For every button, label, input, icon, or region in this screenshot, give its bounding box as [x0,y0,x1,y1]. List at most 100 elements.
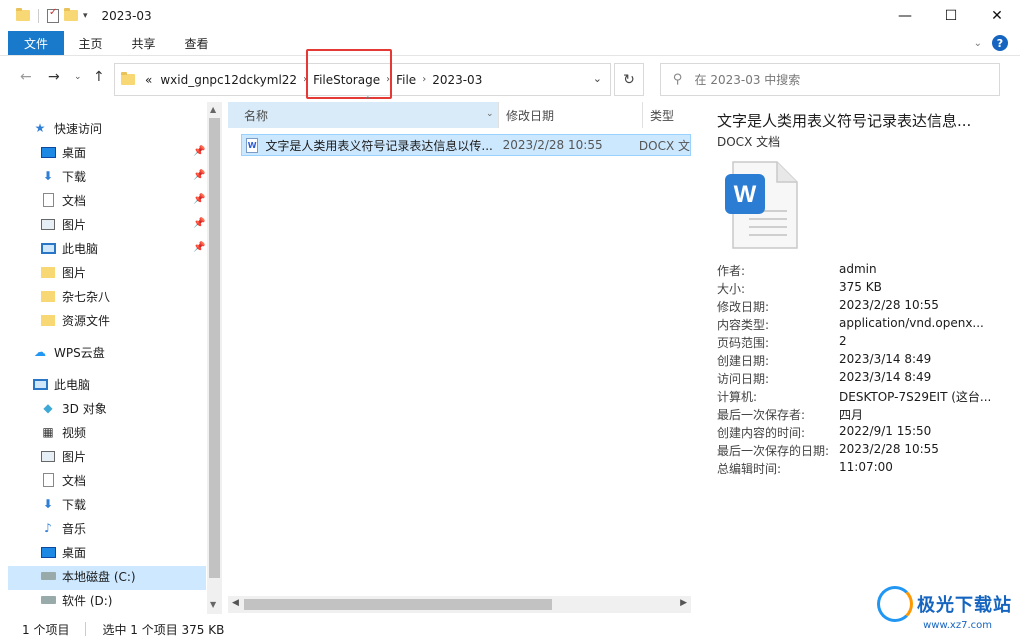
file-name: 文字是人类用表义符号记录表达信息以传... [265,138,493,153]
breadcrumb-2023-03[interactable]: 2023-03 [432,73,482,87]
scrollbar-thumb[interactable] [244,599,552,610]
sidebar-scrollbar[interactable]: ▲ ▼ [207,102,222,614]
pin-icon: 📌 [193,194,206,205]
download-icon: ⬇ [42,497,54,511]
file-type: DOCX 文 [638,138,690,153]
breadcrumb-file[interactable]: File [396,73,416,87]
scroll-right-icon[interactable]: ▶ [680,598,687,608]
recent-locations-icon[interactable]: ⌄ [74,72,82,82]
chevron-down-icon[interactable]: ⌄ [593,72,602,85]
download-icon: ⬇ [42,169,54,183]
refresh-button[interactable]: ↻ [614,63,644,96]
chevron-down-icon[interactable]: ⌄ [486,109,494,119]
logo-icon [877,586,913,622]
sidebar-item-this-pc-quick[interactable]: 此电脑 [40,236,98,260]
new-folder-icon[interactable] [64,8,78,21]
sidebar-item-3d-objects[interactable]: ◆ 3D 对象 [40,396,106,420]
doc-badge: W [734,181,757,208]
property-row: 计算机: DESKTOP-7S29EIT (这台... [717,390,992,404]
column-header-date[interactable]: 修改日期 [498,102,642,128]
sidebar-item-label: 音乐 [62,521,87,536]
chevron-right-icon[interactable]: › [422,74,426,85]
up-icon[interactable]: ↑ [93,69,105,85]
expand-ribbon-icon[interactable]: ⌄ [974,38,982,49]
column-label: 名称 [244,108,269,123]
property-row: 最后一次保存者: 四月 [717,408,864,422]
title-bar: ▾ 2023-03 — ☐ ✕ [0,0,1020,31]
navigation-bar: ← → ⌄ ↑ « wxid_gnpc12dckyml22 › FileStor… [0,56,1020,102]
search-placeholder: 在 2023-03 中搜索 [694,73,801,87]
picture-icon [40,449,56,463]
sidebar-item-drive-c[interactable]: 本地磁盘 (C:) [40,564,136,588]
desktop-icon [40,545,56,559]
desktop-icon [40,145,56,159]
column-header-type[interactable]: 类型 [642,102,691,128]
sidebar-item-label: 视频 [62,425,87,440]
help-icon[interactable]: ? [992,35,1008,51]
folder-icon [40,313,56,327]
breadcrumb-wxid[interactable]: wxid_gnpc12dckyml22 [160,73,297,87]
sidebar-item-pc-downloads[interactable]: ⬇ 下载 [40,492,86,516]
close-button[interactable]: ✕ [974,0,1020,31]
sidebar-item-pc-documents[interactable]: 文档 [40,468,86,492]
selection-info: 选中 1 个项目 375 KB [102,622,225,637]
document-icon [40,193,56,207]
sidebar-item-drive-d[interactable]: 软件 (D:) [40,588,112,612]
tab-home[interactable]: 主页 [64,35,117,52]
sidebar-item-label: 文档 [62,193,87,208]
ribbon-tabs: 文件 主页 共享 查看 ⌄ ? [0,31,1020,56]
sidebar-item-pictures-folder[interactable]: 图片 [40,260,86,284]
tab-view[interactable]: 查看 [170,35,223,52]
sidebar-item-this-pc[interactable]: 此电脑 [32,372,90,396]
sidebar-item-label: 图片 [62,449,87,464]
sidebar-item-quick-access[interactable]: ★ 快速访问 [32,116,102,140]
scroll-down-icon[interactable]: ▼ [210,600,216,609]
properties-icon[interactable] [47,7,59,23]
horizontal-scrollbar[interactable]: ◀ ▶ [228,596,691,613]
folder-icon [40,289,56,303]
sidebar-item-wps-cloud[interactable]: ☁ WPS云盘 [32,340,105,364]
search-input[interactable]: ⚲ 在 2023-03 中搜索 [660,63,1000,96]
minimize-button[interactable]: — [882,0,928,31]
watermark-logo: 极光下载站 [877,586,1012,622]
tab-share[interactable]: 共享 [117,35,170,52]
column-label: 类型 [650,108,675,123]
cube-icon: ◆ [43,401,53,415]
column-header-name[interactable]: 名称 [228,102,498,128]
pin-icon: 📌 [193,146,206,157]
sidebar-item-label: 此电脑 [62,241,99,256]
sidebar-item-label: 文档 [62,473,87,488]
folder-icon [121,72,135,85]
sidebar-item-documents[interactable]: 文档 [40,188,86,212]
property-row: 页码范围: 2 [717,334,847,350]
sidebar-item-pc-desktop[interactable]: 桌面 [40,540,86,564]
sidebar-item-resources[interactable]: 资源文件 [40,308,110,332]
sidebar-item-music[interactable]: ♪ 音乐 [40,516,86,540]
scroll-up-icon[interactable]: ▲ [210,105,216,114]
computer-icon [40,241,56,255]
customize-toolbar-icon[interactable]: ▾ [83,11,88,21]
folder-icon [40,265,56,279]
picture-icon [40,217,56,231]
tab-file[interactable]: 文件 [8,31,64,55]
column-label: 修改日期 [506,108,555,123]
sidebar-item-label: 下载 [62,497,87,512]
sidebar-item-desktop[interactable]: 桌面 [40,140,86,164]
sidebar-item-pictures[interactable]: 图片 [40,212,86,236]
back-icon[interactable]: ← [20,69,32,85]
maximize-button[interactable]: ☐ [928,0,974,31]
scroll-left-icon[interactable]: ◀ [232,598,239,608]
sidebar-item-downloads[interactable]: ⬇ 下载 [40,164,86,188]
forward-icon[interactable]: → [48,69,60,85]
sidebar-item-videos[interactable]: ▦ 视频 [40,420,86,444]
sidebar-item-label: 快速访问 [54,121,103,136]
sidebar-item-misc[interactable]: 杂七杂八 [40,284,110,308]
sidebar-item-label: 桌面 [62,545,87,560]
pin-icon: 📌 [193,218,206,229]
breadcrumb-overflow[interactable]: « [145,73,152,87]
sidebar-item-pc-pictures[interactable]: 图片 [40,444,86,468]
table-row[interactable]: W 文字是人类用表义符号记录表达信息以传... 2023/2/28 10:55 … [241,134,691,156]
scrollbar-thumb[interactable] [209,118,220,578]
navigation-pane: ★ 快速访问 桌面 📌 ⬇ 下载 📌 文档 📌 图片 📌 此电脑 📌 图片 杂七… [0,102,222,614]
word-document-icon: W [725,161,798,249]
